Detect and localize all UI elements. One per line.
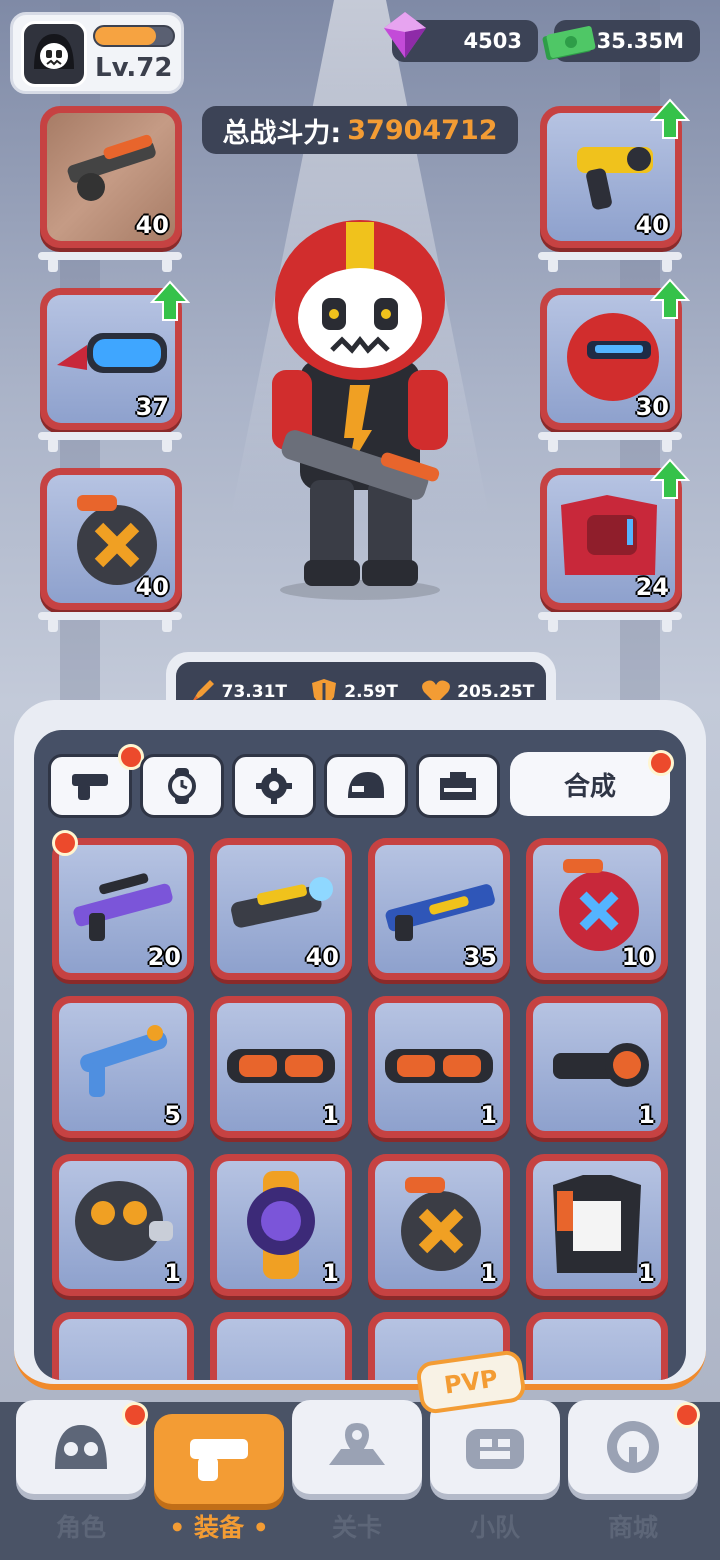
inventory-item-orange-goggles[interactable]: 1 [210, 996, 352, 1138]
nav-equipment-button[interactable] [154, 1414, 284, 1504]
tab-helmets[interactable] [324, 754, 408, 818]
equip-level: 40 [135, 211, 169, 239]
gun-icon [190, 1439, 248, 1481]
item-level: 40 [305, 943, 339, 971]
cash-amount: 35.35M [596, 29, 684, 53]
total-power-label: 总战斗力: [222, 117, 342, 149]
shop-icon [607, 1421, 659, 1473]
item-level: 10 [621, 943, 655, 971]
inventory-item-yellow-blaster[interactable]: 40 [210, 838, 352, 980]
player-profile[interactable]: Lv.72 [10, 12, 184, 94]
item-level: 20 [147, 943, 181, 971]
equip-slot-weapon[interactable]: 40 [40, 106, 182, 248]
synthesize-button[interactable]: 合成 [510, 752, 670, 816]
gem-icon [384, 12, 426, 58]
shelf [38, 252, 182, 272]
shelf [538, 612, 682, 632]
notification-dot [52, 830, 78, 856]
equip-level: 30 [635, 393, 669, 421]
avatar[interactable] [21, 21, 87, 87]
inventory-item-purple-watch[interactable]: 1 [210, 1154, 352, 1296]
equip-level: 24 [635, 573, 669, 601]
inventory-item-red-drum[interactable]: 10 [526, 838, 668, 980]
item-level: 1 [480, 1259, 497, 1287]
upgrade-arrow-icon [150, 280, 190, 321]
nav-equipment-label: • 装备 • [169, 1513, 269, 1542]
item-level: 1 [164, 1259, 181, 1287]
gun-icon [72, 774, 108, 800]
equip-level: 40 [635, 211, 669, 239]
total-power-value: 37904712 [347, 114, 498, 146]
xp-bar-fill [95, 27, 156, 45]
xp-bar [93, 25, 175, 47]
nav-stage-button[interactable] [292, 1400, 422, 1494]
equip-level: 37 [135, 393, 169, 421]
shelf [38, 432, 182, 452]
shelf [38, 612, 182, 632]
item-level: 5 [164, 1101, 181, 1129]
gamepad-icon [466, 1429, 524, 1469]
attack-value: 73.31T [221, 682, 288, 702]
shelf [538, 252, 682, 272]
total-power: 总战斗力: 37904712 [202, 106, 518, 154]
tab-armor[interactable] [416, 754, 500, 818]
inventory-item-purple-rifle[interactable]: 20 [52, 838, 194, 980]
inventory-item-gas-mask[interactable]: 1 [52, 1154, 194, 1296]
upgrade-arrow-icon [650, 278, 690, 319]
notification-dot [122, 1402, 148, 1428]
upgrade-arrow-icon [650, 98, 690, 139]
equip-level: 40 [135, 573, 169, 601]
item-level: 1 [480, 1101, 497, 1129]
gem-amount: 4503 [463, 29, 522, 53]
cash-counter[interactable]: 35.35M [542, 20, 700, 62]
inventory-item[interactable] [52, 1312, 194, 1380]
player-character[interactable] [250, 210, 470, 600]
item-level: 1 [322, 1101, 339, 1129]
cash-icon [542, 26, 596, 60]
inventory-item-orange-goggles-2[interactable]: 1 [368, 996, 510, 1138]
inventory-item[interactable] [526, 1312, 668, 1380]
notification-dot [674, 1402, 700, 1428]
player-level: Lv.72 [95, 53, 173, 83]
inventory-item-blue-revolver[interactable]: 5 [52, 996, 194, 1138]
item-level: 35 [463, 943, 497, 971]
nav-squad-button[interactable] [430, 1400, 560, 1494]
nav-squad-label: 小队 [469, 1513, 520, 1542]
inventory-item-scope[interactable]: 1 [526, 996, 668, 1138]
equip-slot-accessory[interactable]: 40 [40, 468, 182, 610]
watch-icon [168, 768, 196, 804]
upgrade-arrow-icon [650, 458, 690, 499]
item-level: 1 [638, 1259, 655, 1287]
gem-counter[interactable]: 4503 [384, 12, 538, 62]
tab-gears[interactable] [232, 754, 316, 818]
inventory-panel: 合成 20 40 35 10 5 1 1 1 1 1 1 1 [14, 700, 706, 1390]
skull-icon [55, 1425, 107, 1469]
inventory-item-jacket[interactable]: 1 [526, 1154, 668, 1296]
inventory-item-ammo-drum[interactable]: 1 [368, 1154, 510, 1296]
health-value: 205.25T [457, 682, 535, 702]
nav-shop-label: 商城 [607, 1513, 658, 1542]
item-level: 1 [638, 1101, 655, 1129]
nav-stage-label: 关卡 [331, 1513, 382, 1542]
skull-hood-icon [34, 34, 74, 69]
item-level: 1 [322, 1259, 339, 1287]
defense-value: 2.59T [344, 682, 398, 702]
inventory-item[interactable] [210, 1312, 352, 1380]
tab-watches[interactable] [140, 754, 224, 818]
notification-dot [648, 750, 674, 776]
armor-icon [440, 772, 476, 800]
gear-icon [256, 768, 292, 804]
nav-character-label: 角色 [55, 1513, 106, 1542]
helmet-icon [348, 772, 384, 798]
inventory-item-blue-shotgun[interactable]: 35 [368, 838, 510, 980]
map-pin-icon [329, 1423, 385, 1465]
shelf [538, 432, 682, 452]
